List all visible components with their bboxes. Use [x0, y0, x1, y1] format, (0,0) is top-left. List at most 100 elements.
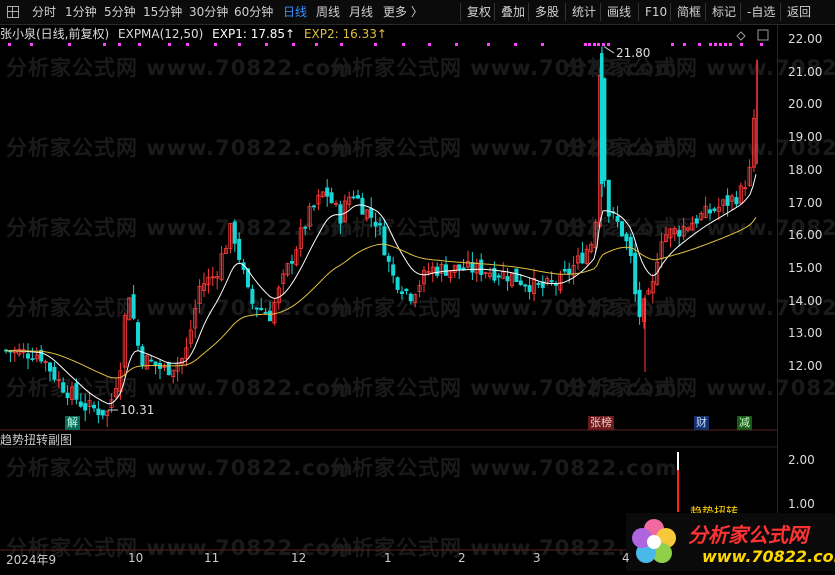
signal-marker [683, 43, 686, 46]
candle-body [404, 288, 409, 292]
signal-marker [760, 43, 763, 46]
candle-body [399, 291, 404, 294]
candle-body [637, 289, 642, 318]
high-label: 21.80 [616, 46, 650, 60]
signal-marker [671, 43, 674, 46]
event-tag[interactable]: 减 [737, 416, 752, 430]
signal-marker [265, 43, 268, 46]
candle-body [377, 223, 382, 226]
candle-body [496, 275, 501, 278]
price-tick-label: 21.00 [788, 64, 823, 79]
exp2-line [6, 217, 757, 379]
candle-body [25, 353, 30, 359]
price-tick-label: 15.00 [788, 260, 823, 275]
signal-marker [168, 43, 171, 46]
candle-body [355, 195, 360, 199]
signal-marker [402, 43, 405, 46]
diamond-icon [736, 31, 746, 41]
candle-body [259, 307, 264, 311]
candle-body [360, 197, 365, 215]
candle-body [633, 252, 638, 295]
candle-body [267, 310, 272, 322]
candle-body [131, 294, 136, 319]
signal-marker [593, 43, 596, 46]
sub-tick-label: 1.00 [788, 497, 815, 511]
candle-body [514, 268, 519, 282]
candle-body [443, 264, 448, 276]
candle-body [554, 283, 559, 286]
price-tick-label: 12.00 [788, 359, 823, 373]
price-tick-label: 14.00 [788, 293, 823, 308]
candle-body [373, 221, 378, 227]
candle-body [140, 346, 145, 366]
candle-body [61, 382, 66, 393]
box-icon [757, 29, 769, 41]
date-tick-label: 4 [622, 551, 630, 565]
date-tick-label: 1 [384, 551, 392, 565]
candle-body [580, 252, 585, 264]
event-tag[interactable]: 财 [694, 416, 709, 430]
candle-body [694, 218, 699, 224]
candle-body [567, 268, 572, 275]
price-tick-label: 13.00 [788, 326, 823, 341]
date-tick-label: 10 [128, 551, 144, 565]
date-tick-label: 11 [204, 551, 220, 565]
signal-marker [186, 43, 189, 46]
candle-body [250, 288, 255, 304]
signal-marker [8, 43, 11, 46]
signal-marker [455, 43, 458, 46]
signal-marker [724, 43, 727, 46]
signal-marker [30, 43, 33, 46]
signal-marker [698, 43, 701, 46]
candle-body [78, 401, 83, 407]
signal-marker [374, 43, 377, 46]
candle-body [232, 221, 237, 244]
candle-body [395, 277, 400, 290]
event-tag[interactable]: 张榜 [588, 416, 614, 430]
signal-marker [719, 43, 722, 46]
signal-marker [740, 43, 743, 46]
candle-body [708, 209, 713, 214]
candle-body [329, 192, 334, 204]
signal-marker [68, 43, 71, 46]
candle-body [615, 215, 620, 222]
signal-marker [597, 43, 600, 46]
signal-marker [588, 43, 591, 46]
date-tick-label: 2 [458, 551, 466, 565]
signal-marker [138, 43, 141, 46]
candle-body [263, 311, 268, 314]
candle-body [391, 264, 396, 276]
signal-marker [709, 43, 712, 46]
date-tick-label: 2024年9 [6, 553, 57, 567]
candle-body [479, 259, 484, 275]
candle-body [408, 293, 413, 302]
signal-marker [514, 43, 517, 46]
candle-body [628, 236, 633, 257]
signal-marker [584, 43, 587, 46]
candle-body [435, 266, 440, 276]
price-tick-label: 16.00 [788, 228, 823, 243]
candle-body [303, 226, 308, 229]
candle-body [48, 362, 53, 372]
signal-marker [118, 43, 121, 46]
event-tag[interactable]: 解 [65, 416, 80, 430]
candle-body [734, 197, 739, 205]
candle-body [536, 282, 541, 285]
candle-body [289, 261, 294, 264]
price-tick-label: 18.00 [788, 162, 823, 177]
signal-marker [428, 43, 431, 46]
candle-body [166, 362, 171, 376]
candle-body [725, 195, 730, 206]
candle-body [527, 285, 532, 293]
candle-body [311, 205, 316, 208]
signal-marker [541, 43, 544, 46]
low-label: 10.31 [120, 403, 154, 417]
logo-url: www.70822.com [702, 547, 835, 566]
price-tick-label: 20.00 [788, 97, 823, 112]
high-pointer [603, 46, 615, 54]
logo-name: 分析家公式网 [688, 523, 808, 547]
date-tick-label: 12 [291, 551, 307, 565]
candle-body [620, 221, 625, 237]
candle-body [457, 264, 462, 271]
signal-marker [729, 43, 732, 46]
